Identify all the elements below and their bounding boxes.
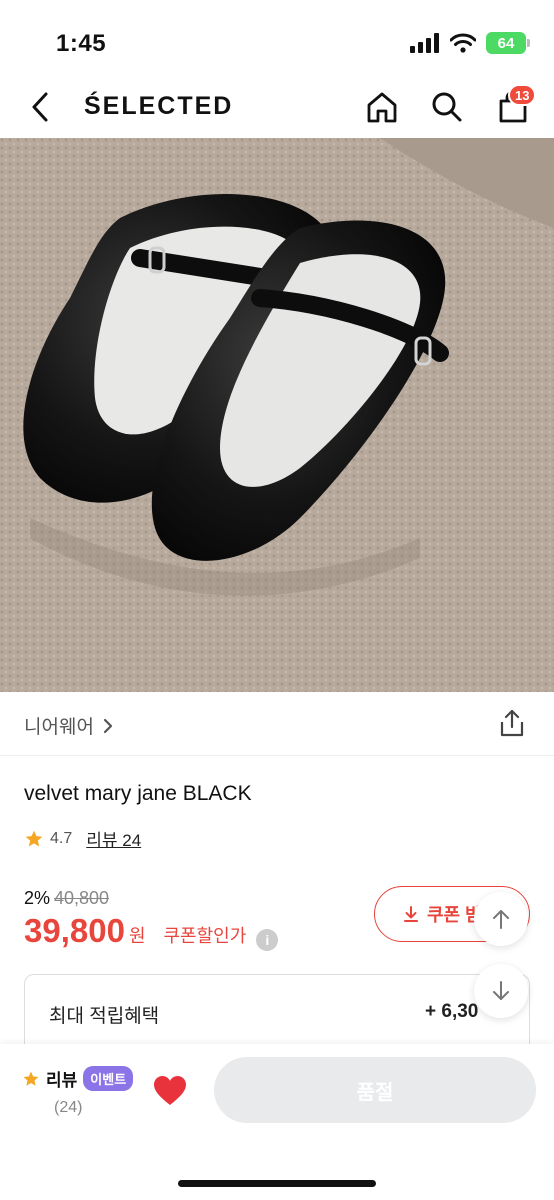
chevron-right-icon (103, 718, 113, 733)
wifi-icon (450, 33, 476, 53)
status-time: 1:45 (56, 30, 107, 57)
brand-name: 니어웨어 (24, 717, 94, 738)
cart-count-badge: 13 (508, 84, 537, 106)
home-icon (367, 92, 397, 123)
currency-unit: 원 (128, 926, 146, 946)
brand-logo[interactable]: ŚELECTED (84, 92, 233, 121)
brand-link[interactable]: 니어웨어 (24, 712, 114, 739)
original-price: 40,800 (54, 888, 110, 908)
star-icon (23, 1071, 39, 1086)
star-icon (25, 830, 43, 846)
scroll-down-button[interactable] (474, 964, 528, 1018)
share-button[interactable] (498, 708, 526, 738)
arrow-down-icon (493, 981, 509, 1000)
bottom-action-bar: 리뷰 이벤트 (24) 품절 (0, 1044, 554, 1200)
soldout-button[interactable]: 품절 (214, 1057, 536, 1123)
points-value: + 6,30 (425, 1001, 479, 1022)
scroll-up-button[interactable] (474, 892, 528, 946)
points-box[interactable]: 최대 적립혜택 + 6,30 (24, 974, 530, 1050)
review-count: (24) (54, 1099, 83, 1116)
discount-row: 2% 40,800 (24, 888, 109, 909)
back-icon (32, 92, 48, 122)
rating-row: 4.7 리뷰 24 (24, 826, 141, 851)
coupon-price-label: 쿠폰할인가 (163, 926, 247, 946)
heart-icon (154, 1076, 186, 1105)
product-image[interactable] (0, 138, 554, 692)
share-icon (500, 709, 524, 737)
review-link[interactable]: 리뷰 24 (86, 826, 141, 851)
discount-percent: 2% (24, 888, 51, 908)
search-button[interactable] (428, 88, 466, 126)
like-button[interactable] (152, 1074, 188, 1108)
status-bar: 1:45 64 (0, 0, 554, 76)
product-title: velvet mary jane BLACK (24, 782, 252, 805)
event-badge: 이벤트 (83, 1066, 134, 1091)
signal-icon (410, 33, 439, 53)
sale-price: 39,800 (24, 912, 125, 949)
search-icon (432, 92, 462, 122)
battery-icon: 64 (486, 32, 530, 54)
back-button[interactable] (24, 88, 60, 126)
info-icon[interactable]: i (256, 929, 279, 951)
price-row: 39,800 원 쿠폰할인가 i (24, 912, 279, 951)
review-label: 리뷰 (46, 1071, 78, 1090)
nav-bar: ŚELECTED 13 (0, 76, 554, 138)
review-summary[interactable]: 리뷰 이벤트 (24) (22, 1066, 134, 1117)
brand-row: 니어웨어 (0, 692, 554, 756)
arrow-up-icon (493, 910, 509, 929)
home-indicator (178, 1180, 376, 1187)
rating-value: 4.7 (50, 829, 73, 847)
home-button[interactable] (364, 88, 400, 126)
download-icon (404, 906, 418, 922)
status-icons: 64 (410, 32, 530, 54)
points-label: 최대 적립혜택 (49, 1006, 160, 1027)
